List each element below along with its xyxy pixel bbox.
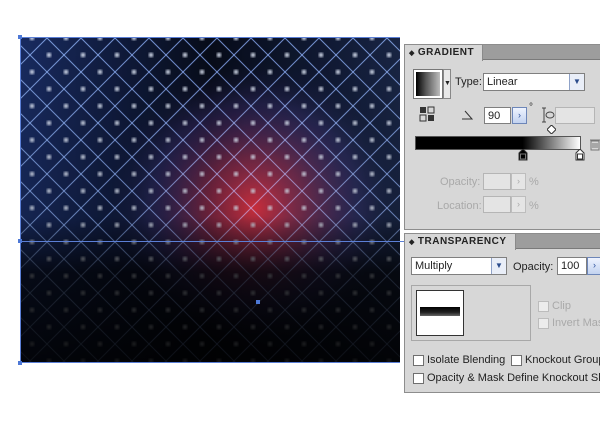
isolate-blending-label: Isolate Blending (427, 354, 506, 366)
selection-handle[interactable] (18, 35, 22, 39)
invert-mask-checkbox[interactable] (538, 318, 549, 329)
opacity-value: 100 (561, 260, 580, 272)
diamond-arrows-icon[interactable]: ◆ (409, 50, 415, 57)
stop-location-unit: % (529, 200, 539, 212)
aspect-ratio-input[interactable] (555, 107, 595, 124)
type-select-value: Linear (487, 76, 518, 88)
gradient-mask-overlay (20, 38, 400, 363)
chevron-down-icon[interactable]: ▼ (491, 258, 506, 274)
transparency-tab[interactable]: ◆ TRANSPARENCY (405, 234, 516, 250)
transparency-tab-label: TRANSPARENCY (417, 236, 507, 247)
angle-value: 90 (488, 110, 501, 122)
selection-left-edge (20, 37, 21, 363)
angle-dropdown-button[interactable]: › (512, 107, 527, 124)
gradient-swatch[interactable] (413, 69, 443, 99)
opacity-input[interactable]: 100 (557, 257, 587, 275)
gradient-panel-tabbar: ◆ GRADIENT (405, 45, 600, 61)
grid-artwork (20, 38, 400, 363)
invert-mask-label: Invert Mas (552, 317, 600, 329)
trash-icon[interactable] (589, 138, 600, 151)
stop-opacity-label: Opacity: (440, 176, 481, 188)
opacity-mask-knockout-checkbox[interactable] (413, 373, 424, 384)
transparency-panel-tabbar: ◆ TRANSPARENCY (405, 234, 600, 250)
type-label: Type: (455, 76, 482, 88)
knockout-group-checkbox[interactable] (511, 355, 522, 366)
opacity-label: Opacity: (513, 261, 554, 273)
diamond-midpoint-icon[interactable] (547, 125, 556, 134)
reverse-gradient-icon[interactable] (419, 106, 435, 122)
thumbnail-area (411, 285, 531, 341)
thumbnail-preview (420, 307, 460, 316)
degree-symbol: ° (529, 102, 533, 113)
color-stop-icon[interactable] (575, 149, 585, 161)
gradient-slider-bar[interactable] (415, 136, 581, 150)
swatch-dropdown-arrow[interactable]: ▼ (443, 69, 451, 99)
center-point-handle[interactable] (256, 300, 260, 304)
object-thumbnail[interactable] (416, 290, 464, 336)
artwork-canvas[interactable] (20, 38, 400, 363)
opacity-mask-knockout-label: Opacity & Mask Define Knockout Shap (427, 372, 600, 384)
chevron-down-icon[interactable]: ▼ (569, 74, 584, 90)
selection-bottom-edge (20, 362, 400, 363)
clip-checkbox[interactable] (538, 301, 549, 312)
selection-handle[interactable] (18, 239, 22, 243)
aspect-ratio-icon (542, 107, 555, 123)
color-stop-icon[interactable] (518, 149, 528, 161)
gradient-tab[interactable]: ◆ GRADIENT (405, 45, 484, 61)
isolate-blending-checkbox[interactable] (413, 355, 424, 366)
transparency-panel: ◆ TRANSPARENCY Multiply ▼ Opacity: 100 › … (404, 233, 600, 393)
stop-location-label: Location: (437, 200, 482, 212)
stop-opacity-unit: % (529, 176, 539, 188)
gradient-tab-label: GRADIENT (417, 47, 475, 58)
stop-opacity-dropdown[interactable]: › (511, 173, 526, 190)
selection-top-edge (20, 37, 400, 38)
knockout-group-label: Knockout Group (525, 354, 600, 366)
blend-mode-value: Multiply (415, 260, 453, 272)
angle-icon (462, 110, 473, 120)
stop-opacity-input[interactable] (483, 173, 511, 190)
selection-handle[interactable] (18, 361, 22, 365)
gradient-panel: ◆ GRADIENT ▼ Type: Linear ▼ 90 › ° Opaci… (404, 44, 600, 230)
type-select[interactable]: Linear ▼ (483, 73, 585, 91)
angle-input[interactable]: 90 (484, 107, 511, 124)
opacity-dropdown-button[interactable]: › (587, 257, 600, 275)
blend-mode-select[interactable]: Multiply ▼ (411, 257, 507, 275)
diamond-arrows-icon[interactable]: ◆ (409, 239, 415, 246)
gradient-swatch-fill (416, 72, 440, 96)
stop-location-input[interactable] (483, 196, 511, 213)
stop-location-dropdown[interactable]: › (511, 196, 526, 213)
gradient-guide-line (20, 241, 405, 242)
clip-label: Clip (552, 300, 571, 312)
